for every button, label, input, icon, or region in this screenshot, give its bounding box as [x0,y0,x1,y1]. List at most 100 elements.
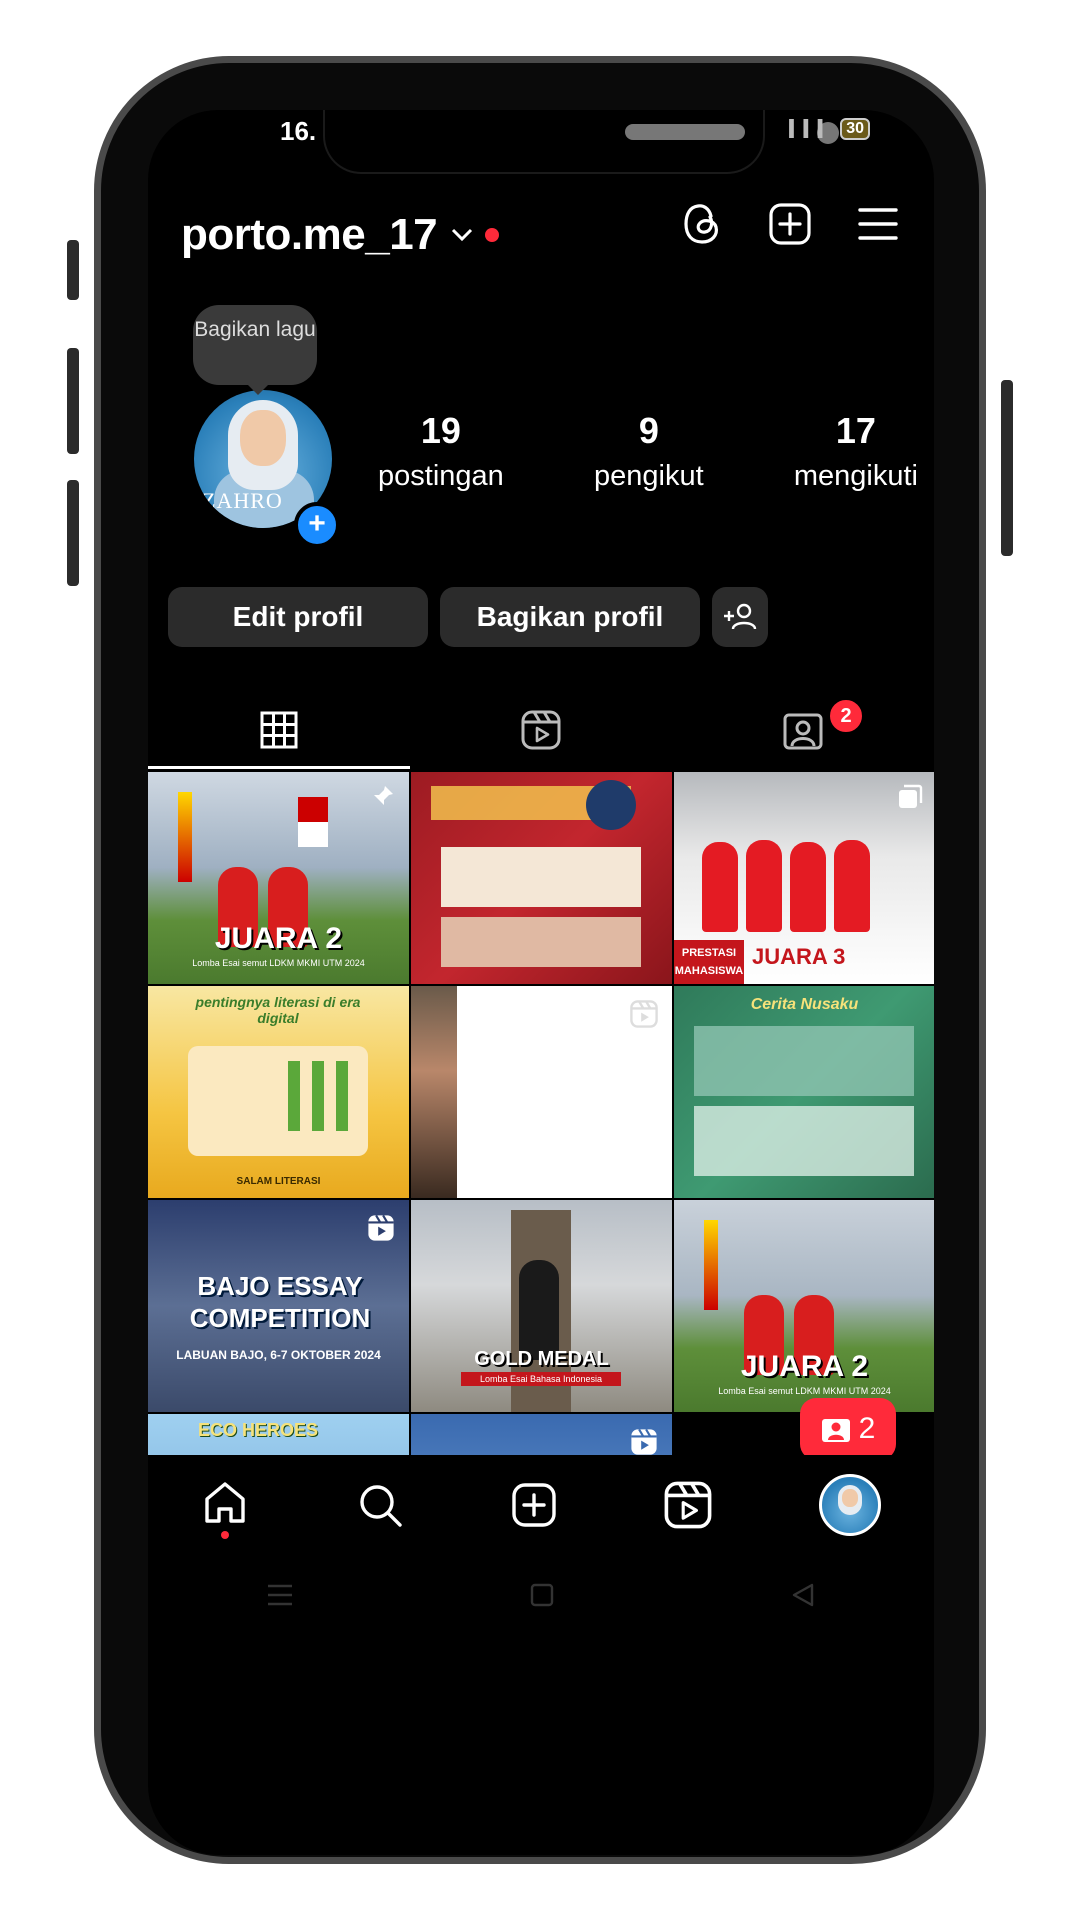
reels-icon [521,710,561,750]
add-story-button[interactable]: + [294,502,340,548]
nav-home[interactable] [201,1479,249,1539]
tab-tagged[interactable]: 2 [672,690,934,770]
add-person-button[interactable] [712,587,768,647]
menu-icon[interactable] [858,206,898,247]
chevron-down-icon [451,221,473,249]
reels-nav-icon[interactable] [664,1481,712,1529]
post-caption: JUARA 2 [214,922,343,955]
post-content-block [441,917,641,967]
phone-volume-down [67,480,79,586]
post-thumbnail[interactable]: JUARA 2 Lomba Esai semut LDKM MKMI UTM 2… [674,1200,934,1412]
profile-buttons: Edit profil Bagikan profil [168,587,888,647]
flag-decoration [704,1220,718,1310]
battery-icon: 30 [840,118,870,140]
home-activity-dot [221,1530,230,1539]
screen: 16. ▍▍▍ 30 porto.me_17 ZAHRO + Bagikan l… [148,110,934,1855]
speaker-grille [625,124,745,140]
post-subcaption: Lomba Esai semut LDKM MKMI UTM 2024 [192,958,365,968]
stat-count: 9 [638,410,659,451]
active-tab-indicator [148,766,410,769]
create-post-icon[interactable] [510,1481,558,1529]
grid-icon [260,711,298,749]
avatar-face [240,410,286,466]
home-icon [205,1481,245,1523]
phone-side-button [67,240,79,300]
post-thumbnail[interactable]: PRESTASI MAHASISWA JUARA 3 [674,772,934,984]
person-figure [519,1260,559,1360]
post-subcaption: Lomba Esai semut LDKM MKMI UTM 2024 [718,1386,891,1396]
post-caption: ECO HEROES [198,1420,319,1440]
share-song-tooltip[interactable]: Bagikan lagu [193,305,317,395]
stat-count: 17 [835,410,876,451]
post-caption: GOLD MEDAL [474,1348,609,1370]
stat-following[interactable]: 17 mengikuti [794,410,918,493]
home-square-icon[interactable] [530,1583,554,1607]
post-content-block [694,1106,914,1176]
reel-icon [631,1428,657,1455]
post-caption: BAJO ESSAY COMPETITION [189,1271,371,1333]
share-profile-button[interactable]: Bagikan profil [440,587,700,647]
post-thumbnail[interactable]: BAJO ESSAY COMPETITION LABUAN BAJO, 6-7 … [148,1200,409,1412]
post-subcaption: SALAM LITERASI [236,1176,321,1187]
carousel-icon [899,784,923,808]
signal-icon: ▍▍▍ [789,121,833,138]
profile-stats: 19 postingan 9 pengikut 17 mengikuti [378,410,918,493]
post-thumbnail[interactable]: JUARA 2 Lomba Esai semut LDKM MKMI UTM 2… [148,772,409,984]
post-thumbnail[interactable]: GOLD MEDAL Lomba Esai Bahasa Indonesia [411,1200,672,1412]
post-thumbnail[interactable]: Cerita Nusaku [674,986,934,1198]
avatar-face [841,1489,858,1507]
phone-power-button [1001,380,1013,556]
back-triangle-icon[interactable] [790,1582,816,1608]
profile-tabs: 2 [148,690,934,770]
stat-label: postingan [378,460,504,492]
post-edge-image [411,986,457,1198]
search-icon[interactable] [356,1481,404,1529]
post-caption: pentingnya literasi di era digital [195,994,361,1026]
notch [323,110,839,174]
post-caption: Cerita Nusaku [750,996,859,1013]
post-thumbnail[interactable] [411,986,672,1198]
person-figure [702,842,738,932]
stat-posts[interactable]: 19 postingan [378,410,504,493]
username: porto.me_17 [181,210,438,259]
notification-count: 2 [858,1412,876,1445]
notification-dot [485,228,500,242]
post-thumbnail[interactable] [411,772,672,984]
person-figure [834,840,870,932]
post-content-block [441,847,641,907]
flag-decoration [178,792,192,882]
header-actions [682,202,898,251]
post-caption: JUARA 3 [752,944,846,969]
post-thumbnail[interactable]: pentingnya literasi di era digital SALAM… [148,986,409,1198]
stat-count: 19 [420,410,461,451]
add-content-icon[interactable] [768,202,812,251]
tab-grid[interactable] [148,690,410,770]
tagged-person-icon [783,713,823,750]
post-subcaption: Lomba Esai Bahasa Indonesia [461,1372,621,1386]
post-caption: JUARA 2 [740,1350,869,1383]
add-person-icon [724,603,757,630]
stat-label: mengikuti [793,460,918,492]
chart-decoration [288,1061,348,1131]
flag-decoration [298,797,328,847]
threads-icon[interactable] [682,202,722,251]
tagged-badge: 2 [828,698,864,734]
pin-icon [374,786,393,805]
edit-profile-button[interactable]: Edit profil [168,587,428,647]
phone-volume-up [67,348,79,454]
avatar-name-text: ZAHRO [202,488,283,513]
recent-apps-icon[interactable] [266,1583,294,1607]
stat-followers[interactable]: 9 pengikut [594,410,704,493]
post-content-block [694,1026,914,1096]
reel-icon [630,1000,658,1028]
post-subcaption: LABUAN BAJO, 6-7 OKTOBER 2024 [176,1348,381,1362]
tab-reels[interactable] [410,690,672,770]
status-icons: ▍▍▍ 30 [789,118,870,140]
post-grid: JUARA 2 Lomba Esai semut LDKM MKMI UTM 2… [148,772,934,1462]
post-subcaption: PRESTASI MAHASISWA [674,940,744,984]
reel-icon [368,1214,394,1241]
profile-nav-avatar[interactable] [818,1474,881,1536]
post-globe [586,780,636,830]
bottom-nav [148,1455,934,1555]
notification-bubble[interactable]: 2 [800,1398,896,1472]
